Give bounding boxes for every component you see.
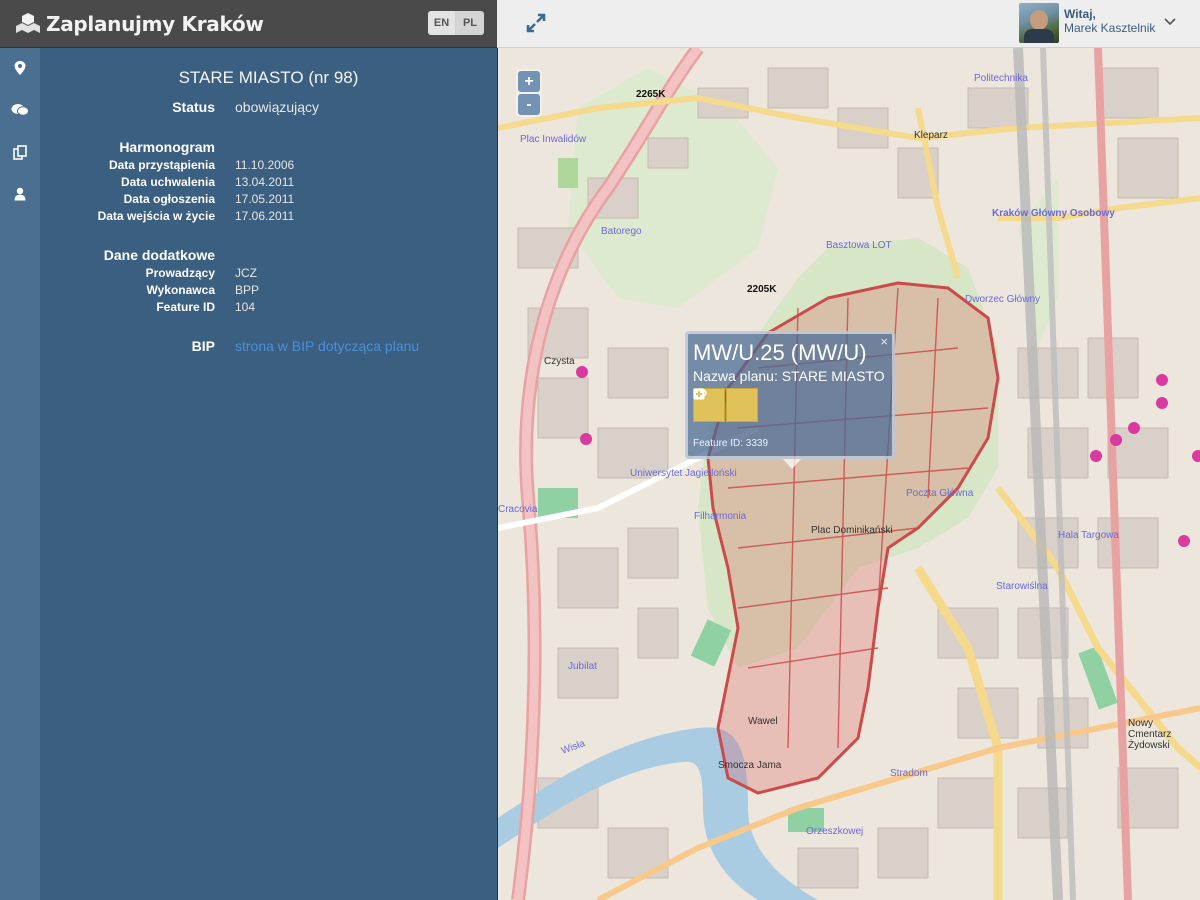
bip-label: BIP: [191, 338, 215, 354]
extra-value: BPP: [235, 283, 260, 297]
map-marker-icon: [14, 61, 26, 75]
map-label: Plac Dominikański: [811, 525, 893, 536]
map-label: Smocza Jama: [718, 760, 782, 771]
extra-label: Feature ID: [156, 300, 215, 314]
zoom-control: + -: [516, 69, 542, 117]
map-view[interactable]: Plac Inwalidów Batorego Czysta Uniwersyt…: [497, 48, 1200, 900]
schedule-value: 13.04.2011: [235, 175, 295, 189]
popup-pointer: [783, 459, 801, 469]
popup-feature-id: Feature ID: 3339: [693, 438, 769, 449]
language-switcher: EN PL: [428, 11, 484, 35]
map-label: Politechnika: [974, 73, 1028, 84]
add-button[interactable]: [693, 388, 758, 422]
map-label: Filharmonia: [694, 511, 747, 522]
extra-value: 104: [235, 300, 256, 314]
popup-title: MW/U.25 (MW/U): [693, 340, 867, 365]
sidebar-item-map[interactable]: [0, 48, 40, 88]
app-title[interactable]: Zaplanujmy Kraków: [46, 12, 264, 36]
schedule-label: Data przystąpienia: [108, 158, 215, 172]
map-label: Uniwersytet Jagielloński: [630, 468, 737, 479]
map-label: Wawel: [748, 716, 778, 727]
expand-icon[interactable]: [525, 12, 547, 34]
map-label: Hala Targowa: [1058, 530, 1119, 541]
schedule-value: 17.05.2011: [235, 192, 295, 206]
road-number-label: 2205K: [747, 284, 777, 295]
chevron-down-icon[interactable]: [1164, 17, 1176, 27]
map-toolbar: Witaj, Marek Kasztelnik: [497, 0, 1200, 48]
lang-en-button[interactable]: EN: [428, 11, 456, 35]
schedule-value: 17.06.2011: [235, 209, 295, 223]
user-greeting: Witaj,: [1064, 7, 1096, 21]
status-label: Status: [172, 99, 215, 115]
map-label: Dworzec Główny: [965, 294, 1041, 305]
plan-info-panel: STARE MIASTO (nr 98) Status obowiązujący…: [40, 48, 497, 900]
schedule-label: Data ogłoszenia: [123, 192, 215, 206]
sidebar-nav: [0, 48, 40, 900]
feature-popup: × MW/U.25 (MW/U) Nazwa planu: STARE MIAS…: [685, 331, 895, 459]
sidebar-item-documents[interactable]: [0, 132, 40, 172]
extra-label: Prowadzący: [145, 266, 215, 280]
schedule-label: Data uchwalenia: [120, 175, 215, 189]
popup-close-button[interactable]: ×: [880, 334, 888, 349]
map-label: Czysta: [544, 356, 575, 367]
schedule-heading: Harmonogram: [119, 139, 215, 155]
bip-link[interactable]: strona w BIP dotycząca planu: [235, 338, 419, 354]
popup-actions: [693, 388, 759, 422]
plan-title: STARE MIASTO (nr 98): [178, 68, 359, 87]
user-avatar[interactable]: [1019, 3, 1059, 43]
documents-icon: [13, 144, 27, 160]
map-label: Kraków Główny Osobowy: [992, 208, 1115, 219]
map-label: Basztowa LOT: [826, 240, 892, 251]
user-icon: [14, 187, 26, 201]
map-label: Cracovia: [498, 504, 538, 515]
plus-square-icon: [693, 388, 705, 400]
zoom-out-button[interactable]: -: [518, 94, 540, 115]
map-label: Stradom: [890, 768, 928, 779]
map-label: Kleparz: [914, 130, 948, 141]
user-name[interactable]: Marek Kasztelnik: [1064, 21, 1155, 35]
schedule-label: Data wejścia w życie: [97, 209, 215, 223]
lang-pl-button[interactable]: PL: [456, 11, 484, 35]
map-label: Batorego: [601, 226, 642, 237]
brand-bar: Zaplanujmy Kraków EN PL: [0, 0, 497, 48]
extra-value: JCZ: [235, 266, 257, 280]
sidebar-item-discussion[interactable]: [0, 90, 40, 130]
chat-icon: [11, 104, 29, 116]
schedule-value: 11.10.2006: [235, 158, 295, 172]
zoom-in-button[interactable]: +: [518, 71, 540, 92]
popup-plan-name: Nazwa planu: STARE MIASTO: [693, 368, 885, 384]
map-label: Jubilat: [568, 661, 597, 672]
map-label: Nowy Cmentarz Żydowski: [1128, 718, 1172, 751]
map-label: Plac Inwalidów: [520, 134, 587, 145]
sidebar-item-user[interactable]: [0, 174, 40, 214]
map-label: Starowiślna: [996, 581, 1048, 592]
status-value: obowiązujący: [235, 99, 320, 115]
extra-label: Wykonawca: [146, 283, 215, 297]
map-label: Orzeszkowej: [806, 826, 864, 837]
cubes-logo-icon: [16, 13, 40, 33]
map-canvas[interactable]: [498, 48, 1200, 900]
extra-heading: Dane dodatkowe: [103, 247, 215, 263]
map-label: Poczta Główna: [906, 488, 974, 499]
road-number-label: 2265K: [636, 89, 666, 100]
